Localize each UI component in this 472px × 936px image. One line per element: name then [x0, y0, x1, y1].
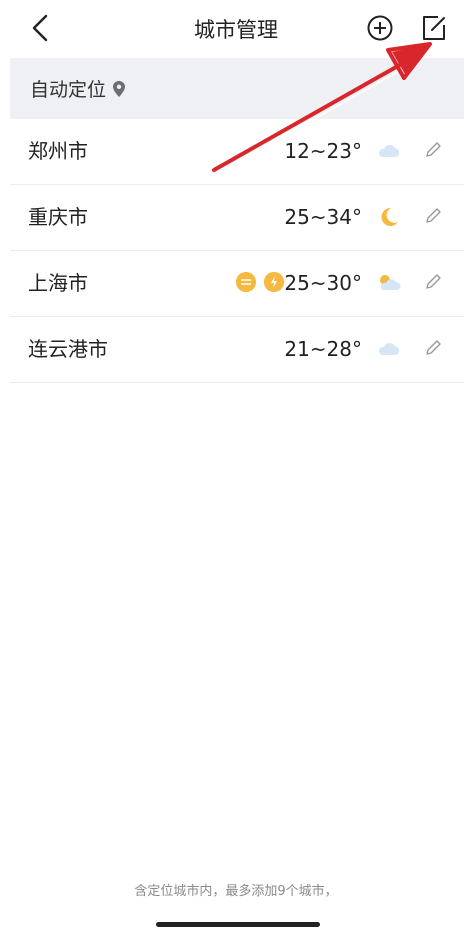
city-row[interactable]: 郑州市 12~23°: [10, 119, 464, 185]
temperature-range: 25~34°: [284, 205, 362, 229]
auto-locate-label: 自动定位: [30, 79, 107, 101]
page-title: 城市管理: [194, 18, 278, 42]
city-name: 上海市: [28, 271, 88, 295]
location-pin-icon: [113, 80, 126, 97]
moon-icon: [381, 207, 398, 226]
haze-icon: [236, 272, 256, 292]
temperature-range: 12~23°: [284, 139, 362, 163]
pencil-icon[interactable]: [424, 273, 442, 291]
city-row[interactable]: 连云港市 21~28°: [10, 317, 464, 383]
pencil-icon[interactable]: [424, 141, 442, 159]
auto-locate-bar[interactable]: 自动定位: [10, 58, 464, 119]
pencil-icon[interactable]: [424, 207, 442, 225]
cloud-icon: [378, 342, 400, 355]
city-row[interactable]: 上海市 25~30°: [10, 251, 464, 317]
bolt-icon: [264, 272, 284, 292]
home-indicator[interactable]: [156, 922, 320, 927]
pencil-icon[interactable]: [424, 339, 442, 357]
partly-cloudy-icon: [380, 275, 401, 290]
top-bar: 城市管理: [0, 0, 472, 58]
temperature-range: 25~30°: [284, 271, 362, 295]
city-name: 连云港市: [28, 337, 108, 361]
city-row[interactable]: 重庆市 25~34°: [10, 185, 464, 251]
temperature-range: 21~28°: [284, 337, 362, 361]
add-city-icon[interactable]: [364, 12, 396, 44]
city-name: 重庆市: [28, 205, 88, 229]
city-management-screen: 城市管理 自动定位 郑州市 12~23° 重庆市 25~34° 上海市 25~3…: [0, 0, 472, 936]
city-name: 郑州市: [28, 139, 88, 163]
city-list: 郑州市 12~23° 重庆市 25~34° 上海市 25~30° 连云港市 21…: [10, 119, 464, 383]
cloud-icon: [378, 144, 400, 157]
edit-icon[interactable]: [418, 12, 450, 44]
footer-note: 含定位城市内，最多添加9个城市，: [134, 884, 338, 899]
